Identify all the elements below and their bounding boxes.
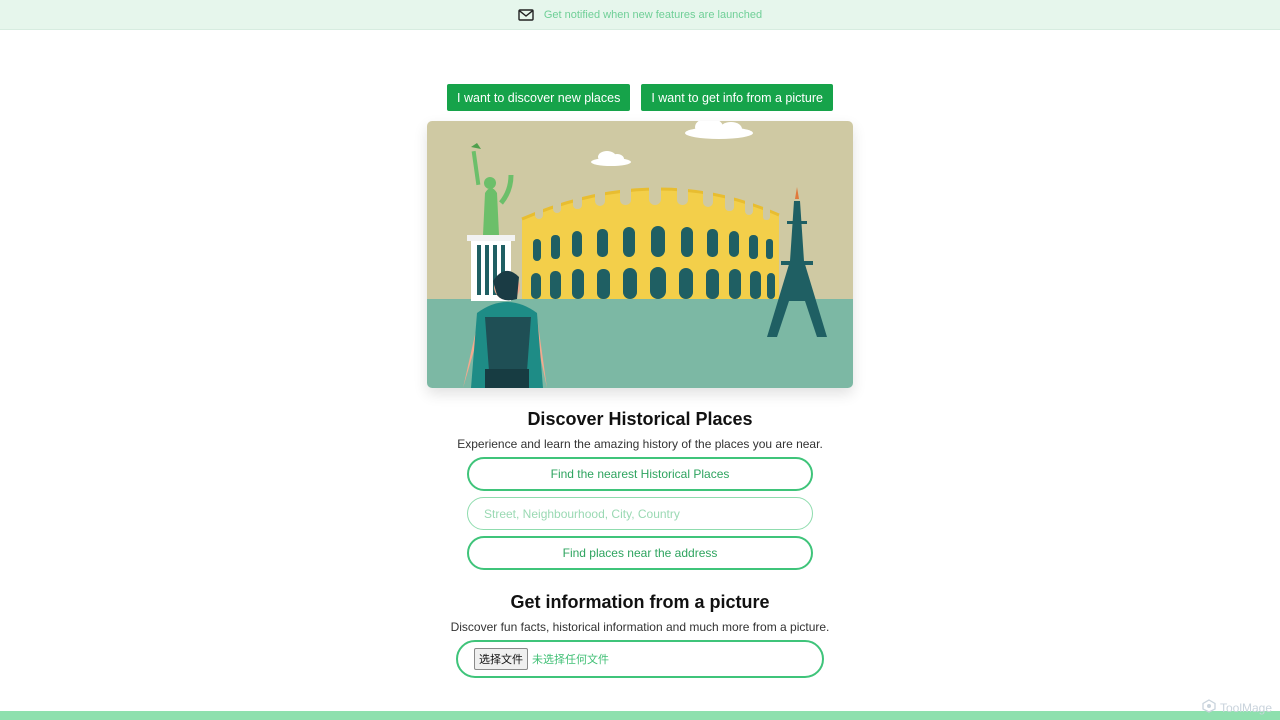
notify-banner[interactable]: Get notified when new features are launc… [0,0,1280,30]
find-nearest-button[interactable]: Find the nearest Historical Places [467,457,813,491]
picture-title: Get information from a picture [510,592,770,612]
file-upload-field[interactable]: 选择文件 未选择任何文件 [456,640,824,678]
mail-icon [518,8,534,22]
find-near-address-button[interactable]: Find places near the address [467,536,813,570]
discover-places-button[interactable]: I want to discover new places [447,84,631,111]
hero-illustration [427,121,853,388]
footer-bar [0,711,1280,720]
mode-buttons: I want to discover new places I want to … [0,84,1280,111]
discover-subtitle: Experience and learn the amazing history… [457,437,823,451]
address-input[interactable] [467,497,813,530]
picture-info-button[interactable]: I want to get info from a picture [641,84,833,111]
choose-file-button[interactable]: 选择文件 [474,648,528,670]
watermark-text: ToolMage [1219,700,1272,715]
page: Get notified when new features are launc… [0,0,1280,720]
file-status-text: 未选择任何文件 [532,653,609,666]
watermark: ToolMage [1202,699,1272,716]
picture-subtitle: Discover fun facts, historical informati… [450,620,830,634]
toolmage-logo-icon [1202,699,1216,716]
discover-title: Discover Historical Places [527,409,753,429]
notify-text[interactable]: Get notified when new features are launc… [544,9,762,21]
